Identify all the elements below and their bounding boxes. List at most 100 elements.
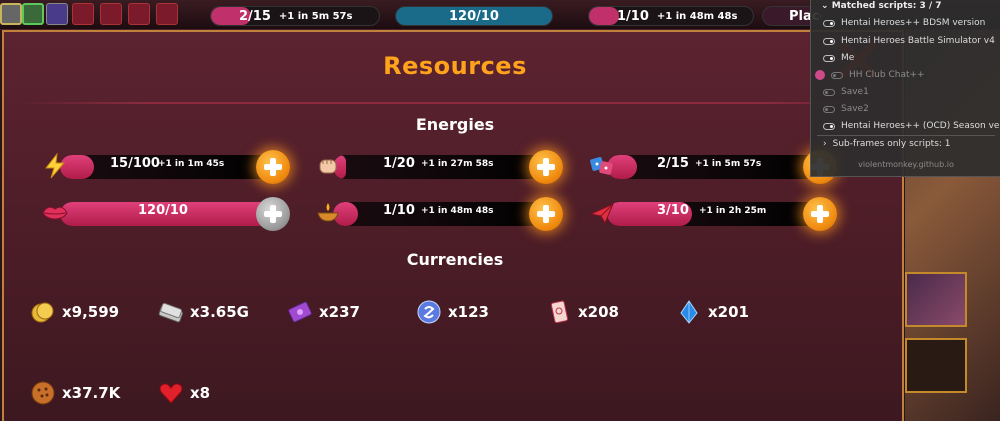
energy-timer: +1 in 27m 58s (421, 159, 494, 169)
popup-header[interactable]: ⌄ Matched scripts: 3 / 7 (821, 1, 942, 11)
game-side-frame (905, 272, 967, 327)
paper-plane-icon (587, 198, 617, 228)
currency-shards: x201 (676, 297, 749, 327)
script-row[interactable]: Save1 (823, 87, 869, 97)
toggle-on-icon[interactable] (823, 122, 835, 130)
energy-value: 3/10 (657, 203, 689, 218)
currency-hearts: x8 (158, 378, 210, 408)
script-row[interactable]: Me (823, 53, 854, 63)
script-label: Save2 (841, 104, 869, 114)
boost-slot-icon[interactable] (100, 3, 122, 25)
menu-icon[interactable] (0, 3, 22, 25)
energy-challenge: 2/15 +1 in 5m 57s (587, 150, 837, 184)
fist-icon (313, 151, 343, 181)
currency-tickets: x237 (287, 297, 360, 327)
toggle-off-icon[interactable] (823, 105, 835, 113)
matched-scripts-label: Matched scripts: 3 / 7 (831, 1, 942, 11)
topbar-kiss-value: 120/10 (449, 8, 499, 24)
add-quest-energy-button[interactable] (256, 150, 290, 184)
add-kiss-energy-button[interactable] (256, 197, 290, 231)
page-title: Resources (383, 52, 527, 80)
energy-timer: +1 in 5m 57s (695, 159, 762, 169)
add-drill-energy-button[interactable] (803, 197, 837, 231)
energy-quest: 15/100 +1 in 1m 45s (40, 150, 290, 184)
popup-divider (817, 135, 995, 136)
boost-slot-icon[interactable] (128, 3, 150, 25)
currency-value: x3.65G (190, 303, 249, 321)
chevron-down-icon: ⌄ (821, 1, 832, 11)
popup-footer-link[interactable]: violentmonkey.github.io (811, 160, 1000, 169)
currency-value: x9,599 (62, 303, 120, 321)
energy-value: 120/10 (138, 203, 188, 218)
book-icon[interactable] (46, 3, 68, 25)
currency-value: x123 (448, 303, 489, 321)
add-worship-energy-button[interactable] (529, 197, 563, 231)
topbar-worship-energy[interactable]: 1/10 +1 in 48m 48s (588, 6, 754, 26)
currency-value: x208 (578, 303, 619, 321)
lightning-icon (40, 151, 70, 181)
game-side-frame (905, 338, 967, 393)
script-row[interactable]: Hentai Heroes++ BDSM version (823, 18, 985, 28)
energy-value: 15/100 (110, 156, 160, 171)
energy-drill: 3/10 +1 in 2h 25m (587, 197, 837, 231)
energy-timer: +1 in 48m 48s (421, 206, 494, 216)
energy-kiss: 120/10 (40, 197, 290, 231)
topbar-challenge-value: 2/15 (239, 8, 271, 24)
toggle-off-icon[interactable] (823, 88, 835, 96)
swirl-token-icon (416, 299, 442, 325)
topbar-kiss-energy[interactable]: 120/10 (395, 6, 553, 26)
currency-money: x3.65G (158, 297, 249, 327)
currency-koban: x123 (416, 297, 489, 327)
map-icon[interactable] (22, 3, 44, 25)
script-row[interactable]: Hentai Heroes++ (OCD) Season version (823, 121, 1000, 131)
banknotes-icon (158, 299, 184, 325)
script-label: Save1 (841, 87, 869, 97)
script-row[interactable]: HH Club Chat++ (815, 70, 925, 80)
energy-worship: 1/10 +1 in 48m 48s (313, 197, 563, 231)
script-row[interactable]: Save2 (823, 104, 869, 114)
script-label: Hentai Heroes++ (OCD) Season version (841, 121, 1000, 131)
currency-value: x201 (708, 303, 749, 321)
topbar-challenge-timer: +1 in 5m 57s (278, 10, 353, 22)
crystal-icon (676, 299, 702, 325)
topbar-worship-value: 1/10 (617, 8, 649, 24)
energy-value: 1/20 (383, 156, 415, 171)
energy-timer: +1 in 2h 25m (699, 206, 767, 216)
topbar-challenge-energy[interactable]: 2/15 +1 in 5m 57s (210, 6, 380, 26)
lips-icon (40, 198, 70, 228)
toggle-on-icon[interactable] (823, 19, 835, 27)
title-divider (14, 102, 894, 104)
energy-timer: +1 in 1m 45s (158, 159, 225, 169)
boost-slot-icon[interactable] (156, 3, 178, 25)
script-label: Hentai Heroes++ BDSM version (841, 18, 986, 28)
add-fight-energy-button[interactable] (529, 150, 563, 184)
currency-ymens: x9,599 (30, 297, 119, 327)
heart-icon (158, 380, 184, 406)
energy-value: 1/10 (383, 203, 415, 218)
currencies-heading: Currencies (406, 250, 504, 269)
energy-value: 2/15 (657, 156, 689, 171)
boost-slot-icon[interactable] (72, 3, 94, 25)
currency-cookies: x37.7K (30, 378, 120, 408)
currency-value: x237 (319, 303, 360, 321)
currency-value: x37.7K (62, 384, 121, 402)
coins-icon (30, 299, 56, 325)
toggle-on-icon[interactable] (823, 37, 835, 45)
script-row[interactable]: Hentai Heroes Battle Simulator v4 (823, 36, 995, 46)
script-manager-popup: ⌄ Matched scripts: 3 / 7 Hentai Heroes++… (810, 0, 1000, 177)
subframes-row[interactable]: › Sub-frames only scripts: 1 (823, 139, 951, 149)
scroll-icon (546, 299, 572, 325)
script-label: Me (841, 53, 855, 63)
energy-fight: 1/20 +1 in 27m 58s (313, 150, 563, 184)
toggle-off-icon[interactable] (831, 71, 843, 79)
dice-icon (587, 151, 617, 181)
script-label: HH Club Chat++ (849, 70, 925, 80)
script-label: Hentai Heroes Battle Simulator v4 (841, 36, 995, 46)
toggle-on-icon[interactable] (823, 54, 835, 62)
lamp-icon (313, 198, 343, 228)
currency-scrolls: x208 (546, 297, 619, 327)
chevron-right-icon: › (823, 139, 827, 149)
topbar-worship-timer: +1 in 48m 48s (656, 10, 738, 22)
energies-heading: Energies (415, 115, 495, 134)
script-badge-icon (815, 70, 825, 80)
